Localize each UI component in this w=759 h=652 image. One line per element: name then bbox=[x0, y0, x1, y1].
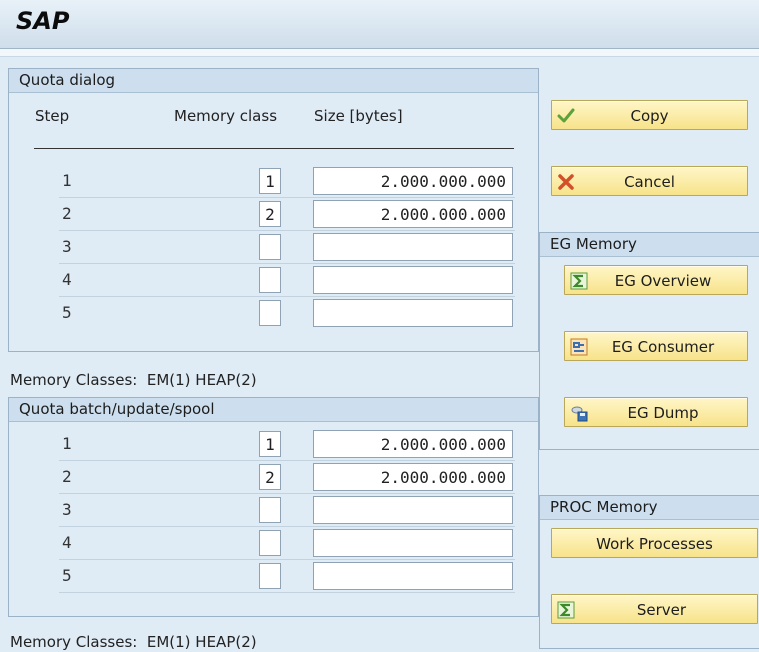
size-input[interactable] bbox=[313, 299, 513, 327]
memory-class-input[interactable] bbox=[259, 267, 281, 293]
step-number: 1 bbox=[62, 171, 72, 190]
eg-memory-header: EG Memory bbox=[540, 233, 759, 257]
step-number: 2 bbox=[62, 204, 72, 223]
work-processes-button[interactable]: Work Processes bbox=[551, 528, 758, 558]
table-row: 2 2 2.000.000.000 bbox=[59, 461, 515, 494]
size-column-header: Size [bytes] bbox=[314, 107, 403, 125]
memory-class-input[interactable] bbox=[259, 300, 281, 326]
quota-batch-group: Quota batch/update/spool 1 1 2.000.000.0… bbox=[8, 397, 539, 617]
memory-classes-note: Memory Classes: EM(1) HEAP(2) bbox=[10, 371, 257, 389]
eg-overview-label: EG Overview bbox=[614, 272, 712, 290]
quota-dialog-title: Quota dialog bbox=[19, 71, 116, 89]
size-input[interactable]: 2.000.000.000 bbox=[313, 463, 513, 491]
step-column-header: Step bbox=[35, 107, 70, 125]
table-row: 5 bbox=[59, 297, 515, 329]
cancel-button[interactable]: Cancel bbox=[551, 166, 748, 196]
size-input[interactable] bbox=[313, 266, 513, 294]
title-bar: SAP bbox=[0, 0, 759, 49]
eg-overview-button[interactable]: EG Overview bbox=[564, 265, 748, 295]
eg-consumer-button[interactable]: EG Consumer bbox=[564, 331, 748, 361]
size-input[interactable]: 2.000.000.000 bbox=[313, 430, 513, 458]
memory-class-input[interactable] bbox=[259, 563, 281, 589]
quota-dialog-group: Quota dialog Step Memory class Size [byt… bbox=[8, 68, 539, 352]
memory-class-input[interactable]: 1 bbox=[259, 168, 281, 194]
size-input[interactable] bbox=[313, 529, 513, 557]
memory-class-input[interactable] bbox=[259, 497, 281, 523]
memory-class-input[interactable] bbox=[259, 234, 281, 260]
step-number: 3 bbox=[62, 237, 72, 256]
step-number: 5 bbox=[62, 303, 72, 322]
step-number: 3 bbox=[62, 500, 72, 519]
proc-memory-title: PROC Memory bbox=[550, 498, 658, 516]
app-title: SAP bbox=[16, 7, 70, 35]
table-row: 1 1 2.000.000.000 bbox=[59, 428, 515, 461]
memory-class-input[interactable]: 1 bbox=[259, 431, 281, 457]
cancel-label: Cancel bbox=[624, 173, 675, 191]
quota-batch-title: Quota batch/update/spool bbox=[19, 400, 215, 418]
work-processes-label: Work Processes bbox=[596, 535, 713, 553]
eg-dump-label: EG Dump bbox=[627, 404, 699, 422]
eg-memory-group: EG Memory EG Overview EG Consumer EG Dum… bbox=[539, 232, 759, 450]
table-row: 5 bbox=[59, 560, 515, 593]
toolbar-strip bbox=[0, 49, 759, 57]
proc-memory-group: PROC Memory Work Processes Server bbox=[539, 495, 759, 649]
size-input[interactable] bbox=[313, 233, 513, 261]
eg-memory-title: EG Memory bbox=[550, 235, 637, 253]
memory-class-input[interactable] bbox=[259, 530, 281, 556]
eg-dump-button[interactable]: EG Dump bbox=[564, 397, 748, 427]
size-input[interactable] bbox=[313, 562, 513, 590]
table-row: 3 bbox=[59, 231, 515, 264]
server-button[interactable]: Server bbox=[551, 594, 758, 624]
size-input[interactable]: 2.000.000.000 bbox=[313, 200, 513, 228]
copy-button[interactable]: Copy bbox=[551, 100, 748, 130]
table-row: 1 1 2.000.000.000 bbox=[59, 165, 515, 198]
memory-class-input[interactable]: 2 bbox=[259, 464, 281, 490]
table-row: 3 bbox=[59, 494, 515, 527]
step-number: 4 bbox=[62, 533, 72, 552]
table-row: 4 bbox=[59, 264, 515, 297]
table-row: 2 2 2.000.000.000 bbox=[59, 198, 515, 231]
step-number: 2 bbox=[62, 467, 72, 486]
memory-class-column-header: Memory class bbox=[174, 107, 278, 125]
eg-consumer-label: EG Consumer bbox=[611, 338, 715, 356]
step-number: 4 bbox=[62, 270, 72, 289]
quota-batch-header: Quota batch/update/spool bbox=[9, 398, 538, 422]
server-label: Server bbox=[636, 601, 687, 619]
header-separator bbox=[34, 148, 514, 149]
quota-dialog-header: Quota dialog bbox=[9, 69, 538, 93]
proc-memory-header: PROC Memory bbox=[540, 496, 759, 520]
memory-class-input[interactable]: 2 bbox=[259, 201, 281, 227]
copy-label: Copy bbox=[630, 107, 669, 125]
size-input[interactable] bbox=[313, 496, 513, 524]
size-input[interactable]: 2.000.000.000 bbox=[313, 167, 513, 195]
memory-classes-note: Memory Classes: EM(1) HEAP(2) bbox=[10, 633, 257, 651]
table-row: 4 bbox=[59, 527, 515, 560]
step-number: 5 bbox=[62, 566, 72, 585]
step-number: 1 bbox=[62, 434, 72, 453]
